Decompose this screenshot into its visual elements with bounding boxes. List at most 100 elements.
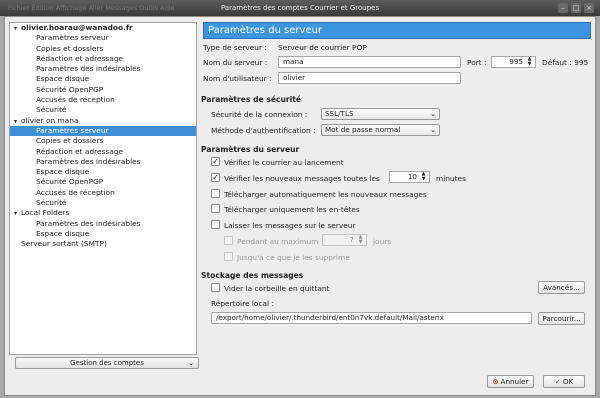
- connection-security-select[interactable]: SSL/TLS ⌄: [321, 108, 440, 120]
- server-name-input[interactable]: mana: [278, 56, 461, 68]
- days-stepper[interactable]: 7 ▲ ▼: [322, 234, 367, 246]
- account-subpage-item[interactable]: Sécurité: [10, 198, 196, 208]
- account-node[interactable]: Serveur sortant (SMTP): [10, 239, 196, 249]
- port-value: 995: [509, 57, 523, 66]
- tree-item-label: Serveur sortant (SMTP): [21, 239, 107, 249]
- server-section-title: Paramètres du serveur: [201, 145, 300, 154]
- maximize-icon[interactable]: □: [571, 3, 581, 13]
- account-subpage-item[interactable]: Paramètres serveur: [10, 125, 196, 137]
- check-every-checkbox[interactable]: ✓: [211, 173, 220, 182]
- accounts-tree: ▾ olivier.hoarau@wanadoo.fr Paramètres ser…: [9, 22, 197, 355]
- account-subpage-item[interactable]: Sécurité OpenPGP: [10, 177, 196, 187]
- security-section-title: Paramètres de sécurité: [201, 95, 302, 104]
- for-at-most-checkbox[interactable]: [224, 236, 233, 245]
- ok-icon: ✓: [554, 377, 561, 386]
- until-deleted-checkbox[interactable]: [224, 252, 233, 261]
- account-node[interactable]: ▾ olivier.hoarau@wanadoo.fr: [10, 23, 196, 33]
- tree-item-label: Paramètres des indésirables: [36, 218, 141, 228]
- account-settings-dialog: ▾ olivier.hoarau@wanadoo.fr Paramètres ser…: [4, 16, 596, 396]
- tree-item-label: Paramètres des indésirables: [36, 156, 141, 166]
- account-subpage-item[interactable]: Paramètres des indésirables: [10, 157, 196, 167]
- account-subpage-item[interactable]: Copies et dossiers: [10, 44, 196, 54]
- username-input[interactable]: olivier: [278, 72, 461, 84]
- window-controls: – □ ×: [558, 3, 594, 13]
- server-name-label: Nom du serveur :: [203, 58, 268, 67]
- tree-item-label: Paramètres serveur: [36, 33, 109, 43]
- check-on-startup-label: Vérifier le courrier au lancement: [224, 158, 344, 167]
- stepper-arrows-icon[interactable]: ▲ ▼: [419, 172, 428, 182]
- local-dir-label: Répertoire local :: [211, 299, 274, 308]
- tree-item-label: Sécurité: [36, 198, 67, 208]
- auto-download-label: Télécharger automatiquement les nouveaux…: [224, 190, 427, 199]
- tree-item-label: Local Folders: [21, 208, 70, 218]
- ok-label: OK: [562, 377, 574, 386]
- minimize-icon[interactable]: –: [558, 3, 568, 13]
- auth-method-label: Méthode d'authentification :: [211, 126, 316, 135]
- ok-button[interactable]: ✓ OK: [543, 375, 585, 388]
- account-subpage-item[interactable]: Espace disque: [10, 167, 196, 177]
- local-dir-input[interactable]: /export/home/olivier/.thunderbird/ent0n7…: [211, 312, 532, 324]
- check-interval-stepper[interactable]: 10 ▲ ▼: [389, 171, 430, 183]
- account-subpage-item[interactable]: Paramètres des indésirables: [10, 64, 196, 74]
- tree-item-label: Rédaction et adressage: [36, 53, 124, 63]
- checkmark-icon: ✓: [212, 173, 219, 182]
- account-subpage-item[interactable]: Espace disque: [10, 74, 196, 84]
- account-subpage-item[interactable]: Accusés de réception: [10, 188, 196, 198]
- cancel-button[interactable]: ⊗ Annuler: [487, 375, 534, 388]
- tree-item-label: Accusés de réception: [36, 187, 115, 197]
- stepper-arrows-icon[interactable]: ▲ ▼: [356, 235, 365, 245]
- tree-item-label: Sécurité: [36, 105, 67, 115]
- leave-on-server-checkbox[interactable]: [211, 220, 220, 229]
- headers-only-label: Télécharger uniquement les en-têtes: [224, 205, 360, 214]
- auto-download-checkbox[interactable]: [211, 189, 220, 198]
- tree-item-label: Copies et dossiers: [36, 43, 104, 53]
- check-interval-value: 10: [407, 172, 417, 181]
- window-title: Paramètres des comptes Courrier et Group…: [220, 4, 380, 12]
- checkmark-icon: ✓: [212, 157, 219, 166]
- account-subpage-item[interactable]: Sécurité: [10, 105, 196, 115]
- check-interval-unit: minutes: [436, 174, 466, 183]
- account-subpage-item[interactable]: Accusés de réception: [10, 95, 196, 105]
- tree-item-label: Rédaction et adressage: [36, 146, 124, 156]
- account-subpage-item[interactable]: Paramètres des indésirables: [10, 219, 196, 229]
- tree-item-label: Accusés de réception: [36, 95, 115, 105]
- days-value: 7: [349, 235, 354, 244]
- manage-accounts-label: Gestion des comptes: [70, 359, 144, 367]
- tree-item-label: olivier.hoarau@wanadoo.fr: [21, 23, 133, 32]
- headers-only-checkbox[interactable]: [211, 204, 220, 213]
- account-subpage-item[interactable]: Rédaction et adressage: [10, 147, 196, 157]
- connection-security-value: SSL/TLS: [325, 109, 354, 118]
- chevron-down-icon: ⌄: [430, 126, 436, 134]
- close-icon[interactable]: ×: [584, 3, 594, 13]
- stepper-arrows-icon[interactable]: ▲ ▼: [525, 57, 534, 67]
- account-subpage-item[interactable]: Espace disque: [10, 229, 196, 239]
- advanced-button[interactable]: Avancés...: [538, 281, 585, 294]
- account-subpage-item[interactable]: Rédaction et adressage: [10, 54, 196, 64]
- account-subpage-item[interactable]: Paramètres serveur: [10, 33, 196, 43]
- auth-method-select[interactable]: Mot de passe normal ⌄: [321, 124, 440, 136]
- port-stepper[interactable]: 995 ▲ ▼: [491, 56, 536, 68]
- tree-item-label: Paramètres des indésirables: [36, 64, 141, 74]
- account-node[interactable]: ▾ olivier on mana: [10, 116, 196, 126]
- cancel-icon: ⊗: [492, 377, 499, 386]
- tree-item-label: Sécurité OpenPGP: [36, 84, 104, 94]
- tree-item-label: Paramètres serveur: [36, 125, 109, 135]
- port-default-label: Défaut : 995: [542, 58, 589, 67]
- account-subpage-item[interactable]: Copies et dossiers: [10, 136, 196, 146]
- server-type-value: Serveur de courrier POP: [278, 43, 367, 52]
- account-node[interactable]: ▾ Local Folders: [10, 208, 196, 218]
- tree-item-label: Sécurité OpenPGP: [36, 177, 104, 187]
- chevron-down-icon: ⌄: [188, 359, 194, 367]
- empty-trash-checkbox[interactable]: [211, 283, 220, 292]
- tree-item-label: Copies et dossiers: [36, 136, 104, 146]
- window-titlebar: Fichier Édition Affichage Aller Messages…: [0, 0, 600, 16]
- manage-accounts-button[interactable]: Gestion des comptes ⌄: [15, 357, 199, 369]
- browse-button[interactable]: Parcourir...: [538, 312, 585, 325]
- until-deleted-label: Jusqu'à ce que je les supprime: [237, 253, 350, 262]
- tree-item-label: olivier on mana: [21, 115, 79, 125]
- account-subpage-item[interactable]: Sécurité OpenPGP: [10, 85, 196, 95]
- days-unit: jours: [373, 237, 392, 246]
- server-type-label: Type de serveur :: [203, 43, 267, 52]
- check-on-startup-checkbox[interactable]: ✓: [211, 157, 220, 166]
- username-label: Nom d'utilisateur :: [203, 74, 272, 83]
